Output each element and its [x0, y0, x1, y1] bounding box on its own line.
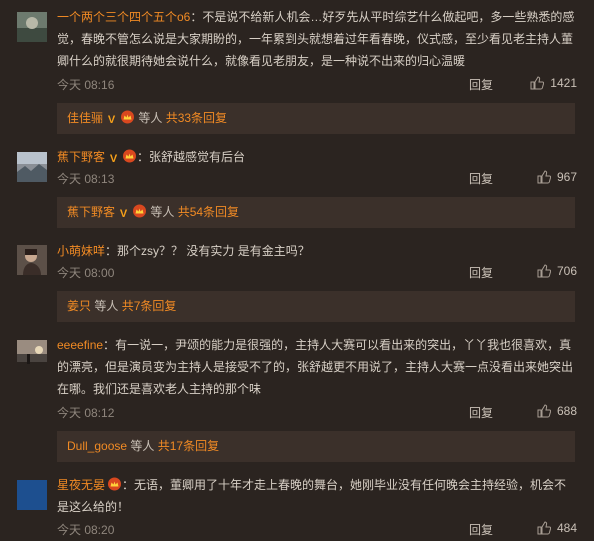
like-count: 1421	[550, 76, 577, 90]
verified-v-icon: V	[107, 114, 116, 126]
sub-reply-username[interactable]: 蕉下野客	[67, 205, 115, 219]
like-count: 688	[556, 404, 577, 418]
like-count: 967	[556, 170, 577, 184]
like-count: 484	[556, 521, 577, 535]
total-replies-link[interactable]: 共33条回复	[166, 111, 227, 125]
comment-text-block: eeeefine：有一说一，尹颂的能力是很强的，主持人大赛可以看出来的突出，丫丫…	[57, 334, 577, 400]
vip-crown-icon	[133, 204, 147, 218]
total-replies-link[interactable]: 共17条回复	[158, 439, 219, 453]
separator: ：	[137, 150, 150, 164]
comment-text-block: 小萌妹咩：那个zsy？？ 没有实力 是有金主吗？	[57, 240, 577, 262]
reply-button[interactable]: 回复	[469, 404, 493, 421]
etc-label: 等人	[147, 205, 178, 219]
comment-text: 那个zsy？？ 没有实力 是有金主吗？	[117, 244, 310, 258]
thumbs-up-icon	[537, 404, 551, 418]
reply-button[interactable]: 回复	[469, 170, 493, 187]
separator: ：	[190, 10, 203, 24]
vip-crown-icon	[121, 110, 135, 124]
comment-meta: 今天 08:20 回复 484	[57, 521, 577, 537]
verified-v-icon: V	[119, 208, 128, 220]
sub-reply-username[interactable]: 佳佳骊	[67, 111, 103, 125]
comment-meta: 今天 08:13 回复 967	[57, 170, 577, 186]
reply-button[interactable]: 回复	[469, 76, 493, 93]
avatar[interactable]	[17, 340, 47, 370]
timestamp: 今天 08:20	[57, 523, 115, 537]
username-link[interactable]: 蕉下野客	[57, 150, 105, 164]
comment-text-block: 星夜无晏 ：无语，董卿用了十年才走上春晚的舞台，她刚毕业没有任何晚会主持经验，机会…	[57, 474, 577, 518]
etc-label: 等人	[127, 439, 158, 453]
separator: ：	[105, 244, 118, 258]
comment-text: 无语，董卿用了十年才走上春晚的舞台，她刚毕业没有任何晚会主持经验，机会不是这么给…	[57, 478, 567, 514]
timestamp: 今天 08:16	[57, 78, 115, 92]
like-button[interactable]: 967	[537, 170, 577, 184]
etc-label: 等人	[91, 299, 122, 313]
verified-v-icon: V	[109, 153, 118, 165]
thumbs-up-icon	[530, 76, 545, 90]
like-button[interactable]: 688	[537, 404, 577, 418]
sub-replies-box[interactable]: 佳佳骊 V 等人 共33条回复	[57, 103, 575, 134]
separator: ：	[122, 478, 135, 492]
comment-text: 张舒越感觉有后台	[149, 150, 246, 164]
sub-replies-box[interactable]: 姜只 等人 共7条回复	[57, 291, 575, 322]
comment-meta: 今天 08:12 回复 688	[57, 404, 577, 420]
timestamp: 今天 08:00	[57, 266, 115, 280]
sub-reply-username[interactable]: Dull_goose	[67, 439, 127, 453]
etc-label: 等人	[135, 111, 166, 125]
like-count: 706	[556, 264, 577, 278]
vip-crown-icon	[108, 477, 122, 491]
avatar[interactable]	[17, 245, 47, 275]
username-link[interactable]: 一个两个三个四个五个o6	[57, 10, 190, 24]
username-link[interactable]: eeeefine	[57, 338, 103, 352]
timestamp: 今天 08:13	[57, 172, 115, 186]
thumbs-up-icon	[537, 521, 551, 535]
like-button[interactable]: 1421	[530, 76, 577, 90]
sub-replies-box[interactable]: Dull_goose 等人 共17条回复	[57, 431, 575, 462]
avatar[interactable]	[17, 152, 47, 182]
comment-meta: 今天 08:16 回复 1421	[57, 76, 577, 92]
like-button[interactable]: 706	[537, 264, 577, 278]
vip-crown-icon	[123, 149, 137, 163]
comment-text-block: 一个两个三个四个五个o6：不是说不给新人机会…好歹先从平时综艺什么做起吧，多一些…	[57, 6, 577, 72]
total-replies-link[interactable]: 共7条回复	[122, 299, 177, 313]
username-link[interactable]: 星夜无晏	[57, 478, 105, 492]
total-replies-link[interactable]: 共54条回复	[178, 205, 239, 219]
sub-reply-username[interactable]: 姜只	[67, 299, 91, 313]
reply-button[interactable]: 回复	[469, 521, 493, 538]
timestamp: 今天 08:12	[57, 406, 115, 420]
avatar[interactable]	[17, 12, 47, 42]
like-button[interactable]: 484	[537, 521, 577, 535]
thumbs-up-icon	[537, 170, 551, 184]
avatar[interactable]	[17, 480, 47, 510]
comment-text: 有一说一，尹颂的能力是很强的，主持人大赛可以看出来的突出，丫丫我也很喜欢，真的漂…	[57, 338, 574, 396]
reply-button[interactable]: 回复	[469, 264, 493, 281]
separator: ：	[103, 338, 116, 352]
comment-text-block: 蕉下野客 V ：张舒越感觉有后台	[57, 146, 577, 168]
username-link[interactable]: 小萌妹咩	[57, 244, 105, 258]
comment-meta: 今天 08:00 回复 706	[57, 264, 577, 280]
sub-replies-box[interactable]: 蕉下野客 V 等人 共54条回复	[57, 197, 575, 228]
thumbs-up-icon	[537, 264, 551, 278]
